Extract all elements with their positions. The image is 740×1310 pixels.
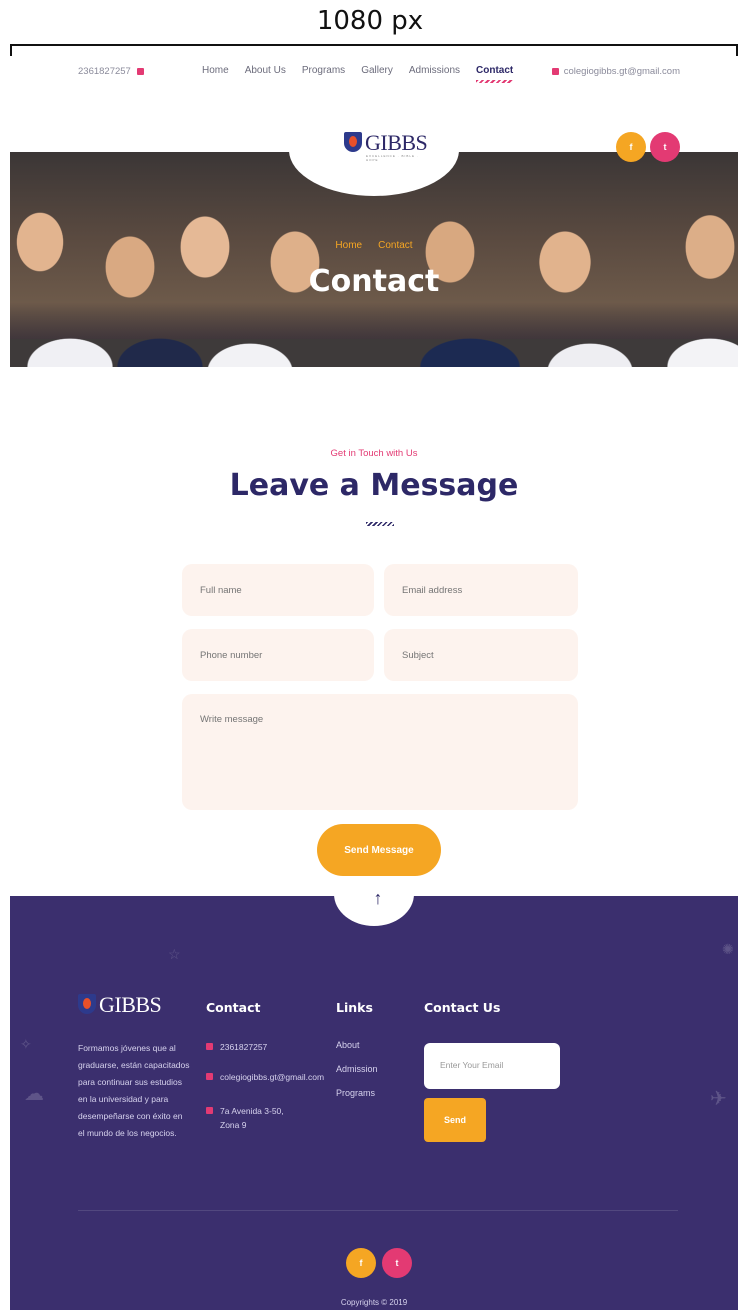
star-decoration-icon: ✧ — [20, 1036, 32, 1052]
footer-contact-us-heading: Contact Us — [424, 1000, 501, 1015]
main-nav: Home About Us Programs Gallery Admission… — [202, 65, 514, 83]
width-ruler — [10, 44, 738, 56]
footer-link-programs[interactable]: Programs — [336, 1088, 375, 1098]
shield-icon — [344, 132, 362, 152]
width-ruler-label: 1080 px — [316, 6, 424, 36]
header-logo[interactable]: GIBBS EXCELLENCE · BIBLE · HOPE — [344, 130, 428, 162]
topbar-email-text: colegiogibbs.gt@gmail.com — [563, 66, 680, 77]
footer-contact-heading: Contact — [206, 1000, 261, 1015]
nav-programs[interactable]: Programs — [302, 65, 345, 76]
nav-about-us[interactable]: About Us — [245, 65, 286, 76]
footer-link-admission[interactable]: Admission — [336, 1064, 378, 1074]
topbar-phone-text: 2361827257 — [78, 66, 131, 77]
facebook-icon[interactable]: f — [616, 132, 646, 162]
wavy-divider — [366, 522, 394, 526]
full-name-input[interactable]: Full name — [182, 564, 374, 616]
copyright-text: Copyrights © 2019 — [340, 1298, 408, 1307]
hero-photo-bottom — [10, 297, 738, 367]
footer-email[interactable]: colegiogibbs.gt@gmail.com — [206, 1070, 324, 1084]
nav-contact[interactable]: Contact — [476, 65, 514, 83]
location-icon — [206, 1107, 213, 1114]
breadcrumb-home[interactable]: Home — [335, 240, 362, 251]
topbar-email[interactable]: colegiogibbs.gt@gmail.com — [551, 66, 680, 77]
phone-icon — [136, 68, 144, 75]
sun-decoration-icon: ✺ — [722, 941, 734, 957]
footer-address: 7a Avenida 3-50, Zona 9 — [206, 1104, 302, 1132]
footer-twitter-icon[interactable]: t — [382, 1248, 412, 1278]
breadcrumb: Home Contact — [10, 240, 738, 251]
star-decoration-icon: ☆ — [168, 946, 181, 962]
section-kicker: Get in Touch with Us — [330, 448, 418, 459]
breadcrumb-current: Contact — [378, 240, 413, 251]
page: 2361827257 Home About Us Programs Galler… — [10, 56, 738, 1310]
send-message-button[interactable]: Send Message — [317, 824, 441, 876]
email-input[interactable]: Email address — [384, 564, 578, 616]
footer-about-text: Formamos jóvenes que al graduarse, están… — [78, 1043, 190, 1138]
hero-banner: Home Contact Contact — [10, 152, 738, 367]
newsletter-send-button[interactable]: Send — [424, 1098, 486, 1142]
newsletter-email-input[interactable]: Enter Your Email — [424, 1043, 560, 1089]
topbar-phone[interactable]: 2361827257 — [78, 66, 144, 77]
nav-gallery[interactable]: Gallery — [361, 65, 393, 76]
footer-email-text: colegiogibbs.gt@gmail.com — [220, 1072, 325, 1082]
shield-icon — [78, 994, 96, 1014]
footer-logo[interactable]: GIBBS — [78, 992, 162, 1017]
page-title: Contact — [308, 264, 440, 299]
rocket-decoration-icon: ✈ — [710, 1088, 727, 1110]
footer-address-text: 7a Avenida 3-50, Zona 9 — [220, 1106, 284, 1130]
subject-input[interactable]: Subject — [384, 629, 578, 681]
footer-phone[interactable]: 2361827257 — [206, 1040, 267, 1054]
footer-divider — [78, 1210, 678, 1211]
nav-home[interactable]: Home — [202, 65, 229, 76]
logo-wordmark: GIBBS — [365, 130, 428, 155]
phone-input[interactable]: Phone number — [182, 629, 374, 681]
footer-facebook-icon[interactable]: f — [346, 1248, 376, 1278]
scroll-top-arrow-icon[interactable]: ↑ — [368, 888, 388, 909]
nav-admissions[interactable]: Admissions — [409, 65, 460, 76]
cloud-decoration-icon: ☁ — [24, 1083, 44, 1105]
twitter-icon[interactable]: t — [650, 132, 680, 162]
section-title: Leave a Message — [229, 468, 519, 503]
logo-tagline: EXCELLENCE · BIBLE · HOPE — [366, 154, 419, 162]
footer-link-about[interactable]: About — [336, 1040, 360, 1050]
top-bar: 2361827257 Home About Us Programs Galler… — [10, 56, 738, 96]
message-textarea[interactable]: Write message — [182, 694, 578, 810]
footer-phone-text: 2361827257 — [220, 1042, 268, 1052]
footer-links-heading: Links — [336, 1000, 373, 1015]
mail-icon — [551, 68, 559, 75]
phone-icon — [206, 1043, 213, 1050]
footer-logo-wordmark: GIBBS — [99, 992, 162, 1017]
mail-icon — [206, 1073, 213, 1080]
